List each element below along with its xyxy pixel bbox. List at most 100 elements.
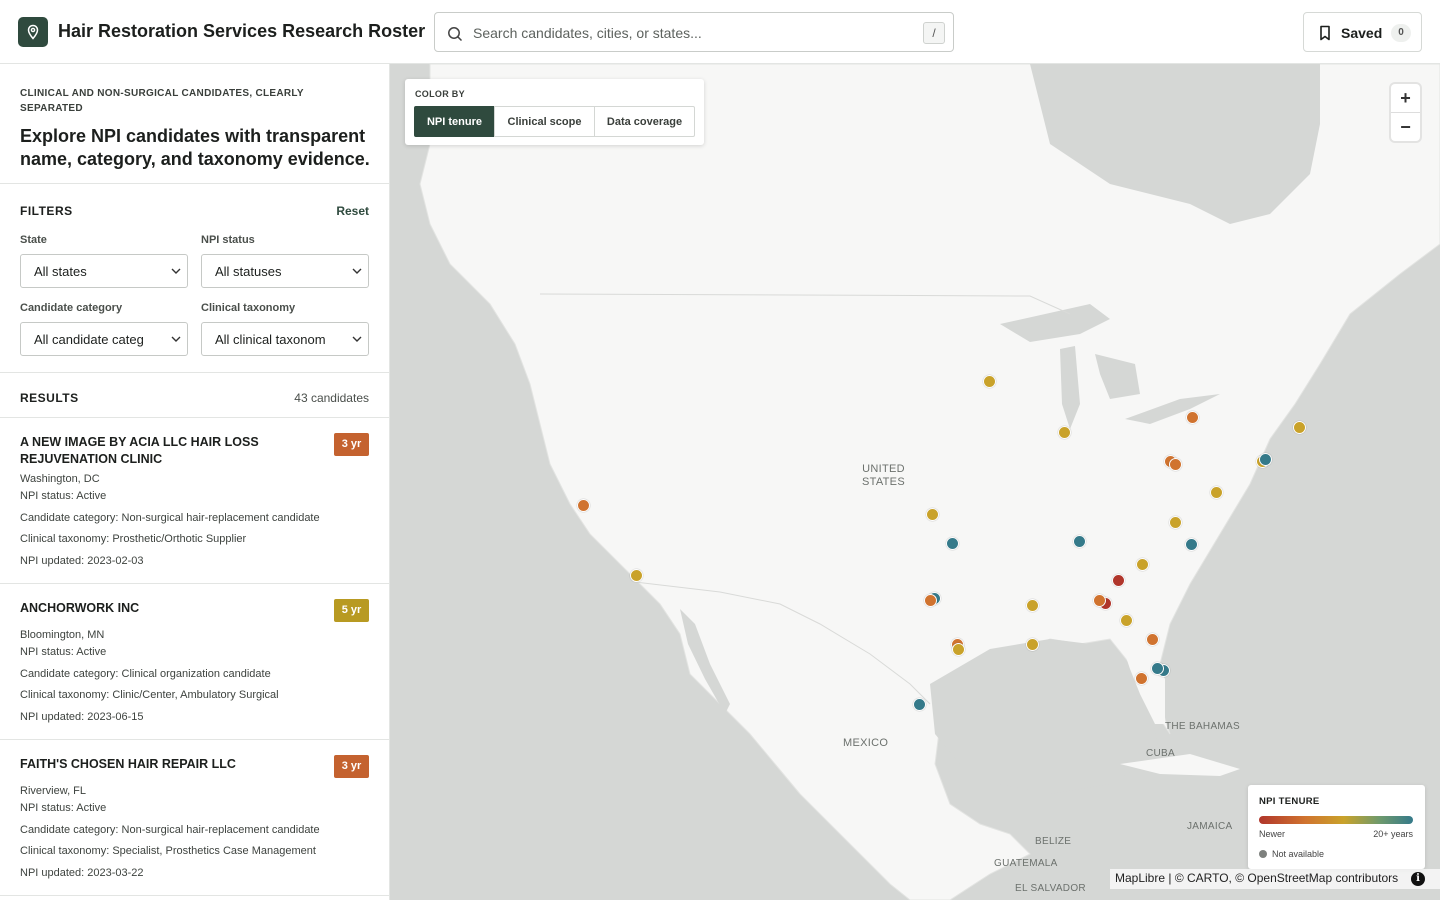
result-card[interactable]: ANCHORWORK INC 5 yr Bloomington, MN NPI … [0,584,389,740]
candidate-category: Candidate category: Clinical organizatio… [20,668,271,680]
map-marker[interactable] [1150,661,1164,675]
label-belize: BELIZE [1035,836,1072,847]
label-united-states: UNITED STATES [862,463,905,488]
not-available-dot-icon [1259,850,1267,858]
legend-title: NPI TENURE [1259,796,1320,807]
map-marker[interactable] [1168,515,1182,529]
intro-section: CLINICAL AND NON-SURGICAL CANDIDATES, CL… [0,64,389,184]
candidate-taxonomy: Clinical taxonomy: Clinic/Center, Ambula… [20,689,279,701]
search-input[interactable] [473,21,913,45]
legend-not-available: Not available [1272,849,1325,859]
search-icon [448,27,463,42]
candidate-updated: NPI updated: 2023-02-03 [20,555,144,567]
map-marker[interactable] [576,498,590,512]
npi-status-select[interactable]: All statuses [201,254,369,288]
label-cuba: CUBA [1146,748,1175,759]
filters-panel: FILTERS Reset State All states NPI statu… [0,184,389,373]
candidate-name: A NEW IMAGE BY ACIA LLC HAIR LOSS REJUVE… [20,435,259,466]
map-marker[interactable] [982,374,996,388]
map-canvas[interactable]: UNITED STATES MEXICO THE BAHAMAS CUBA JA… [390,64,1440,900]
tenure-badge: 3 yr [334,755,369,778]
color-by-control: COLOR BY NPI tenure Clinical scope Data … [405,79,704,145]
tenure-badge: 5 yr [334,599,369,622]
chevron-down-icon [171,268,181,274]
map-marker[interactable] [1168,457,1182,471]
clinical-taxonomy-select-value: All clinical taxonom [215,332,326,347]
map-pin-logo-icon [18,17,48,47]
map-marker[interactable] [1057,425,1071,439]
color-by-label: COLOR BY [415,89,465,99]
map-marker[interactable] [1072,534,1086,548]
map-marker[interactable] [1258,452,1272,466]
search-box[interactable]: / [434,12,954,52]
zoom-in-button[interactable]: + [1391,84,1420,112]
map-marker[interactable] [1111,573,1125,587]
top-bar: Hair Restoration Services Research Roste… [0,0,1440,64]
candidate-location: Washington, DC [20,473,100,485]
result-card[interactable]: A NEW IMAGE BY ACIA LLC HAIR LOSS REJUVE… [0,418,389,584]
intro-eyebrow: CLINICAL AND NON-SURGICAL CANDIDATES, CL… [20,88,304,114]
map-marker[interactable] [1292,420,1306,434]
candidate-npi-status: NPI status: Active [20,802,107,814]
map-marker[interactable] [1025,598,1039,612]
map-marker[interactable] [1092,593,1106,607]
map-marker[interactable] [1134,671,1148,685]
result-card[interactable]: FAITH'S CHOSEN HAIR REPAIR LLC 3 yr Rive… [0,740,389,896]
filters-title: FILTERS [20,204,73,218]
app-title: Hair Restoration Services Research Roste… [58,21,426,41]
state-select[interactable]: All states [20,254,188,288]
info-icon[interactable]: i [1411,872,1425,886]
saved-count-badge: 0 [1391,24,1411,42]
search-shortcut-hint: / [923,22,945,44]
attribution-text: MapLibre | © CARTO, © OpenStreetMap cont… [1115,871,1399,885]
state-select-value: All states [34,264,87,279]
label-bahamas: THE BAHAMAS [1165,721,1240,732]
candidate-taxonomy: Clinical taxonomy: Specialist, Prostheti… [20,845,316,857]
results-header: RESULTS 43 candidates [0,373,389,418]
map-marker[interactable] [923,593,937,607]
color-by-clinical-scope[interactable]: Clinical scope [494,106,595,137]
candidate-npi-status: NPI status: Active [20,646,107,658]
label-mexico: MEXICO [843,737,889,749]
map-marker[interactable] [1184,537,1198,551]
map-attribution: MapLibre | © CARTO, © OpenStreetMap cont… [1110,869,1440,889]
color-by-npi-tenure[interactable]: NPI tenure [414,106,495,137]
saved-label: Saved [1341,25,1383,41]
legend-max-label: 20+ years [1373,829,1413,839]
chevron-down-icon [171,336,181,342]
map-marker[interactable] [912,697,926,711]
label-jamaica: JAMAICA [1187,821,1233,832]
bookmark-icon [1320,25,1330,41]
chevron-down-icon [352,268,362,274]
candidate-name: ANCHORWORK INC [20,601,140,615]
tenure-badge: 3 yr [334,433,369,456]
map-marker[interactable] [629,568,643,582]
saved-button[interactable]: Saved 0 [1303,12,1422,52]
candidate-category-filter-label: Candidate category [20,302,123,314]
map-marker[interactable] [945,536,959,550]
color-by-data-coverage[interactable]: Data coverage [594,106,695,137]
candidate-category-select[interactable]: All candidate categ [20,322,188,356]
npi-status-filter-label: NPI status [201,234,255,246]
candidate-npi-status: NPI status: Active [20,490,107,502]
reset-button[interactable]: Reset [336,204,369,218]
candidate-updated: NPI updated: 2023-06-15 [20,711,144,723]
candidate-updated: NPI updated: 2023-03-22 [20,867,144,879]
legend-min-label: Newer [1259,829,1286,839]
map-marker[interactable] [925,507,939,521]
map-marker[interactable] [1025,637,1039,651]
candidate-category: Candidate category: Non-surgical hair-re… [20,824,320,836]
map-marker[interactable] [1185,410,1199,424]
map-marker[interactable] [1209,485,1223,499]
basemap [419,64,1440,900]
npi-status-select-value: All statuses [215,264,282,279]
candidate-location: Bloomington, MN [20,629,105,641]
chevron-down-icon [352,336,362,342]
zoom-out-button[interactable]: − [1391,113,1420,141]
map-marker[interactable] [951,642,965,656]
map-marker[interactable] [1145,632,1159,646]
candidate-category-select-value: All candidate categ [34,332,144,347]
map-marker[interactable] [1119,613,1133,627]
clinical-taxonomy-select[interactable]: All clinical taxonom [201,322,369,356]
map-marker[interactable] [1135,557,1149,571]
